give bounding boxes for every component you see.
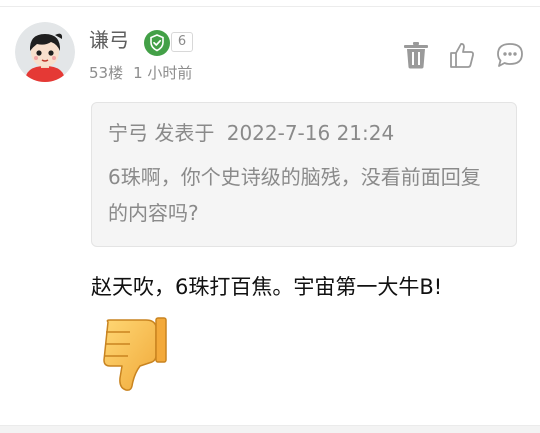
quote-posted-label: 发表于 [154, 121, 215, 145]
level-badge: 6 [171, 32, 193, 52]
thumbs-down-emoji [100, 316, 168, 392]
quoted-reply[interactable]: 宁弓 发表于 2022-7-16 21:24 6珠啊，你个史诗级的脑残，没看前面… [91, 102, 517, 247]
speech-bubble-icon[interactable] [495, 40, 523, 70]
comment-text: 赵天吹，6珠打百焦。宇宙第一大牛B! [91, 275, 443, 299]
trash-icon[interactable] [402, 40, 430, 70]
top-divider [0, 6, 540, 7]
bottom-divider [0, 425, 540, 433]
floor-number: 53楼 [89, 64, 124, 82]
username[interactable]: 谦弓 [89, 28, 129, 52]
quote-author: 宁弓 [108, 121, 148, 145]
quote-header: 宁弓 发表于 2022-7-16 21:24 [108, 119, 394, 147]
post-time: 1 小时前 [133, 64, 193, 82]
shield-check-icon [144, 30, 170, 56]
post-meta: 53楼 1 小时前 [89, 63, 192, 83]
quote-posted-time: 2022-7-16 21:24 [226, 121, 395, 145]
quote-text: 6珠啊，你个史诗级的脑残，没看前面回复的内容吗? [108, 165, 481, 225]
avatar[interactable] [15, 22, 75, 82]
thumbs-up-icon[interactable] [448, 40, 476, 70]
